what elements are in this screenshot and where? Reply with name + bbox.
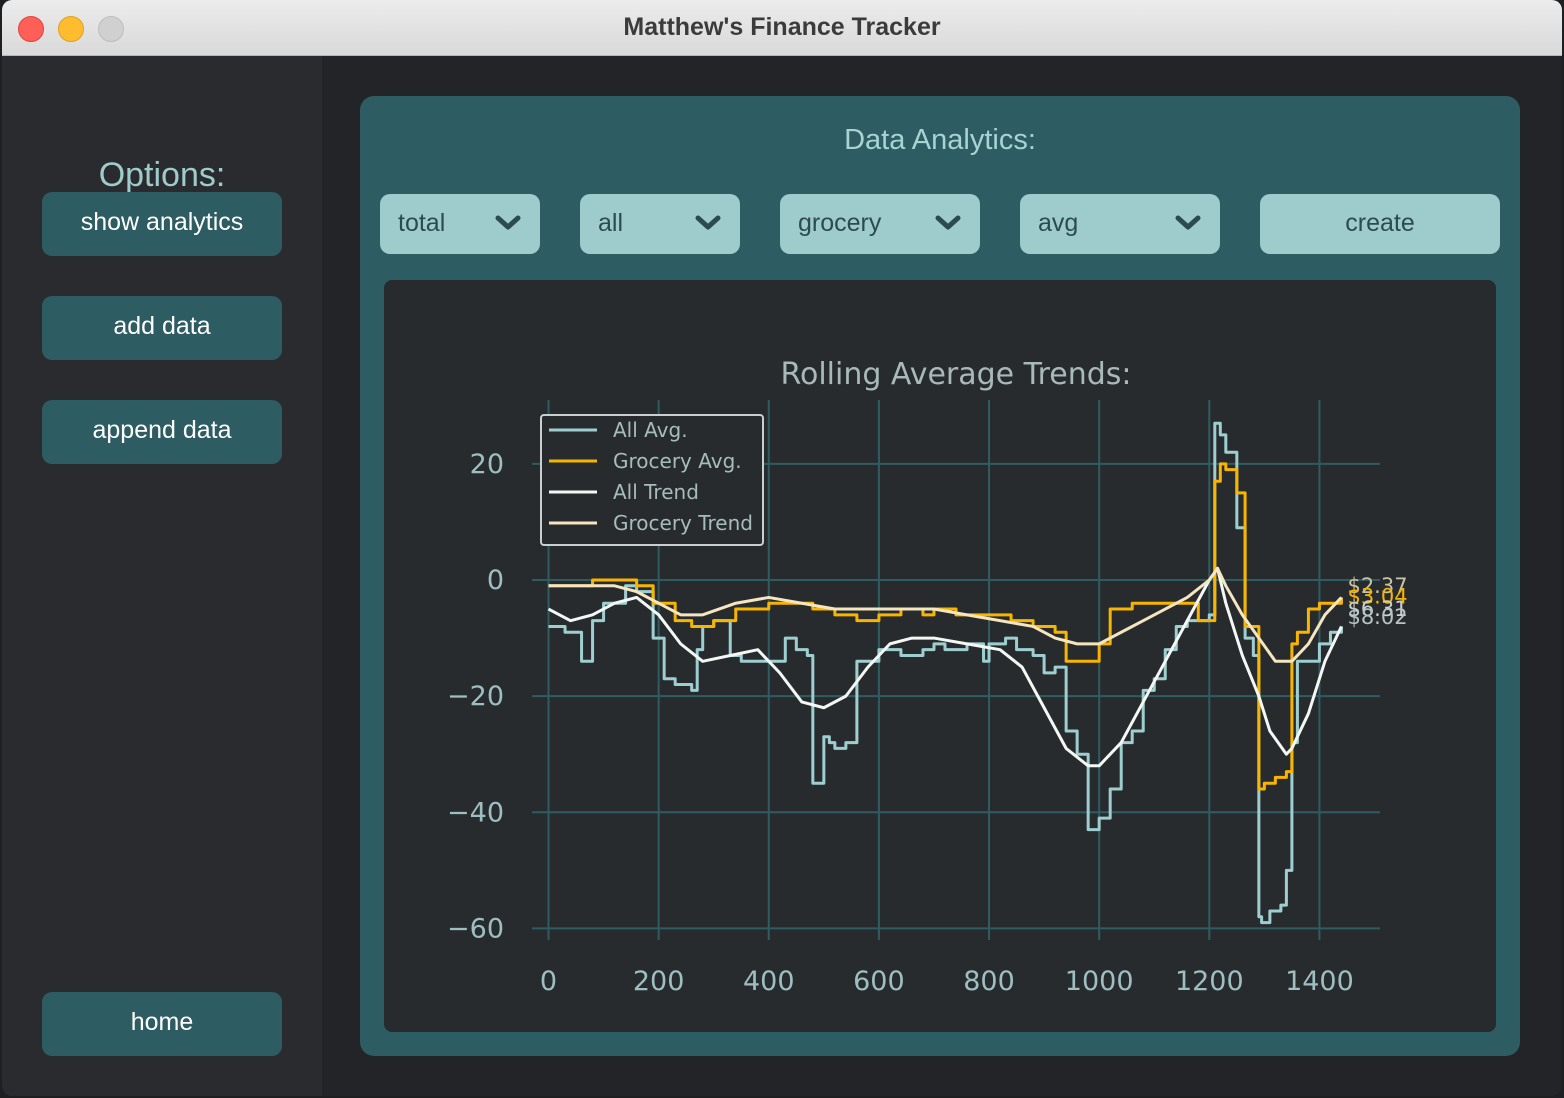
metric-dropdown[interactable]: avg: [1020, 194, 1220, 254]
chevron-down-icon: [495, 215, 521, 230]
end-value-label: $8.02: [1347, 605, 1407, 629]
x-tick-label: 600: [853, 966, 905, 997]
sidebar: Options: show analytics add data append …: [2, 56, 322, 1096]
y-tick-label: −40: [447, 797, 504, 828]
category-a-dropdown[interactable]: all: [580, 194, 740, 254]
dropdown-value: all: [598, 209, 624, 237]
dropdown-value: total: [398, 209, 446, 237]
x-tick-label: 400: [743, 966, 795, 997]
options-heading: Options:: [98, 156, 226, 194]
add-data-button[interactable]: add data: [42, 296, 282, 360]
chevron-down-icon: [695, 215, 721, 230]
x-axis-ticks: 0 200 400 600 800 1000 1200 1400: [540, 966, 1354, 997]
legend-label: All Trend: [613, 480, 699, 504]
rolling-average-chart: 200−20−40−60 0 200 400 600 800 1000 1200 1400 $…: [447, 357, 1408, 997]
dropdown-value: avg: [1038, 209, 1079, 237]
category-b-dropdown[interactable]: grocery: [780, 194, 980, 254]
end-value-labels: $2.37$3.04$6.31$8.02: [1347, 574, 1407, 629]
x-tick-label: 1200: [1175, 966, 1244, 997]
y-tick-label: −20: [447, 681, 504, 712]
home-button[interactable]: home: [42, 992, 282, 1056]
y-tick-label: −60: [447, 913, 504, 944]
show-analytics-button[interactable]: show analytics: [42, 192, 282, 256]
x-tick-label: 1000: [1065, 966, 1134, 997]
legend-label: All Avg.: [613, 418, 688, 442]
chart-area: 20 0 −20 −40 −60 0 200 400 600 800 1000 1200 1400 $…: [384, 280, 1496, 1032]
dropdown-value: grocery: [798, 209, 882, 237]
analytics-panel: Data Analytics: total all grocery avg cr…: [360, 96, 1520, 1056]
create-button[interactable]: create: [1260, 194, 1500, 254]
analytics-heading: Data Analytics:: [844, 124, 1036, 156]
legend-label: Grocery Avg.: [613, 449, 742, 473]
x-tick-label: 1400: [1285, 966, 1354, 997]
y-axis-ticks: 20 0 −20 −40 −60: [447, 449, 504, 945]
chevron-down-icon: [935, 215, 961, 230]
legend-label: Grocery Trend: [613, 511, 753, 535]
chart-legend: All Avg. Grocery Avg. All Trend Grocery Tre…: [540, 414, 764, 546]
chevron-down-icon: [1175, 215, 1201, 230]
window-title: Matthew's Finance Tracker: [623, 13, 941, 41]
y-tick-label: 20: [470, 449, 504, 480]
y-tick-label: 0: [487, 565, 504, 596]
amount-type-dropdown[interactable]: total: [380, 194, 540, 254]
x-tick-label: 200: [633, 966, 685, 997]
title-bar: Matthew's Finance Tracker: [2, 0, 1562, 56]
chart-title: Rolling Average Trends:: [780, 357, 1131, 392]
x-tick-label: 0: [540, 966, 557, 997]
append-data-button[interactable]: append data: [42, 400, 282, 464]
series-line-3: [547, 566, 1343, 768]
x-tick-label: 800: [963, 966, 1015, 997]
